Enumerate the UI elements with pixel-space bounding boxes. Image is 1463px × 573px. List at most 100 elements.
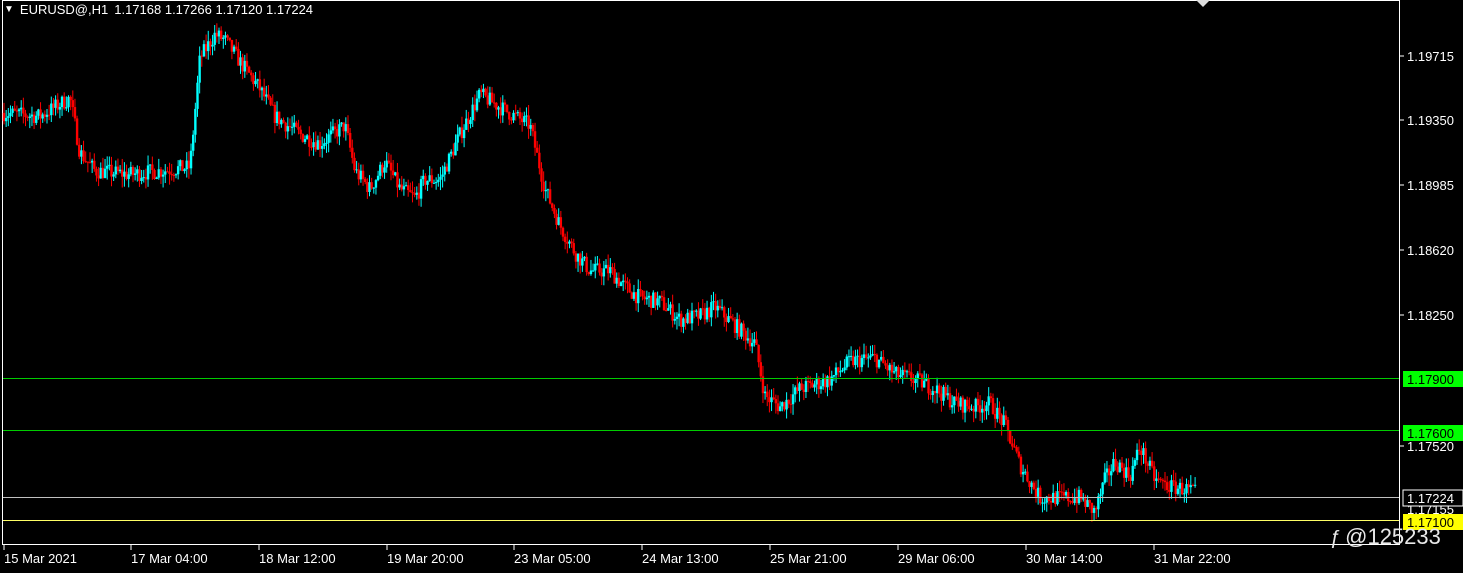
candle-body xyxy=(735,319,739,334)
candle-body xyxy=(11,108,14,113)
candle-body xyxy=(1036,487,1040,497)
shift-marker-icon[interactable] xyxy=(1196,0,1210,7)
candle-body xyxy=(1116,466,1119,473)
candle-body xyxy=(591,270,595,272)
price-chart[interactable]: 1.19715 1.19350 1.18985 1.18620 1.18250 … xyxy=(0,0,1463,573)
candle-body xyxy=(409,190,412,193)
candle-body xyxy=(473,104,477,111)
candle-body xyxy=(1110,471,1113,476)
candle-body xyxy=(351,147,354,158)
candle-body xyxy=(1114,458,1117,467)
candle-body xyxy=(282,119,285,123)
candle-body xyxy=(600,272,603,277)
candle-body xyxy=(1086,500,1089,507)
candle-body xyxy=(372,187,375,189)
candle-body xyxy=(1178,482,1182,489)
candle-body xyxy=(927,378,930,394)
candle-body xyxy=(1095,508,1098,510)
candle-body xyxy=(899,375,902,378)
candle-body xyxy=(1138,449,1141,451)
candle-body xyxy=(84,161,87,163)
candle-body xyxy=(293,122,296,127)
candle-body xyxy=(1127,467,1130,478)
candle-body xyxy=(877,359,881,368)
candle-body xyxy=(540,168,543,182)
candle-body xyxy=(888,364,891,371)
candle-body xyxy=(912,381,915,384)
candle-body xyxy=(727,316,730,323)
candle-body xyxy=(665,310,668,312)
candle-body xyxy=(641,290,644,297)
candle-body xyxy=(215,32,219,37)
candle-body xyxy=(688,312,692,324)
candle-body xyxy=(230,39,234,52)
candle-body xyxy=(718,305,722,309)
candle-body xyxy=(67,96,70,108)
candle-body xyxy=(933,390,937,394)
candle-body xyxy=(647,295,651,298)
candle-body xyxy=(497,107,500,110)
candle-body xyxy=(978,405,982,413)
candle-body xyxy=(970,408,973,410)
candle-body xyxy=(710,302,713,318)
candle-body xyxy=(996,407,999,419)
candle-body xyxy=(106,165,109,169)
candle-body xyxy=(224,35,227,38)
candle-body xyxy=(202,44,206,57)
candle-body xyxy=(609,267,612,274)
candle-body xyxy=(669,304,672,309)
candle-body xyxy=(1032,482,1036,489)
candle-body xyxy=(493,102,496,104)
candle-body xyxy=(886,365,889,371)
candle-body xyxy=(112,174,115,177)
price-tick: 1.18620 xyxy=(1407,243,1454,258)
candle-body xyxy=(297,126,300,130)
candle-body xyxy=(26,117,29,119)
candle-body xyxy=(882,356,885,364)
candle-body xyxy=(1125,467,1128,478)
candle-body xyxy=(942,386,945,401)
candle-body xyxy=(45,114,49,117)
candle-body xyxy=(437,179,440,182)
candle-body xyxy=(684,318,687,323)
candle-body xyxy=(675,316,679,320)
candle-body xyxy=(544,190,547,192)
candle-body xyxy=(559,217,563,228)
candle-body xyxy=(1185,484,1188,494)
time-tick: 19 Mar 20:00 xyxy=(387,551,464,566)
candle-body xyxy=(589,270,593,275)
candle-body xyxy=(751,342,754,347)
candle-body xyxy=(989,396,993,399)
candle-body xyxy=(1193,484,1197,486)
candle-body xyxy=(630,292,633,299)
candle-body xyxy=(935,385,939,394)
candle-body xyxy=(796,387,799,391)
candle-body xyxy=(138,169,141,182)
candle-body xyxy=(708,307,711,318)
candle-body xyxy=(439,176,442,180)
candle-body xyxy=(961,397,965,413)
candle-body xyxy=(867,357,870,359)
candle-body xyxy=(9,112,12,117)
candle-body xyxy=(93,160,96,169)
candle-body xyxy=(1165,482,1169,490)
candle-body xyxy=(301,134,305,142)
chart-header: ▼ EURUSD@,H1 1.17168 1.17266 1.17120 1.1… xyxy=(4,2,313,17)
ohlc-values: 1.17168 1.17266 1.17120 1.17224 xyxy=(114,2,314,17)
candle-body xyxy=(213,32,216,45)
candle-body xyxy=(22,107,25,114)
candle-body xyxy=(271,104,274,106)
candle-body xyxy=(695,310,698,312)
candle-body xyxy=(682,318,685,327)
candle-body xyxy=(1187,484,1190,488)
candle-body xyxy=(510,119,513,121)
time-tick: 18 Mar 12:00 xyxy=(259,551,336,566)
candle-body xyxy=(465,118,468,130)
candle-body xyxy=(914,378,917,384)
candle-body xyxy=(854,356,857,366)
candle-body xyxy=(860,358,864,368)
bid-price-label: 1.17224 xyxy=(1407,491,1454,506)
dropdown-triangle-icon[interactable]: ▼ xyxy=(4,4,14,15)
candle-body xyxy=(837,367,840,373)
candle-body xyxy=(1039,487,1042,504)
